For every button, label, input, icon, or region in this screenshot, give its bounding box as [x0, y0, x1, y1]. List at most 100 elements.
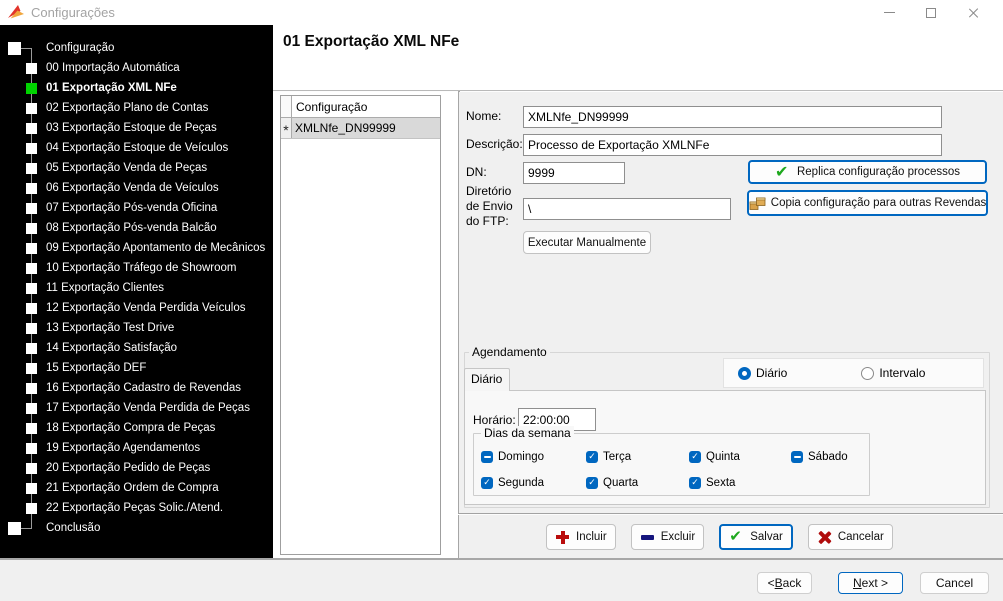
sidebar-step-item[interactable]: 12 Exportação Venda Perdida Veículos [0, 298, 273, 318]
row-value[interactable]: XMLNfe_DN99999 [292, 118, 440, 138]
configuration-list-panel: Configuração * XMLNfe_DN99999 [273, 92, 458, 558]
sidebar-step-item[interactable]: 14 Exportação Satisfação [0, 338, 273, 358]
sidebar-step-label: 14 Exportação Satisfação [46, 342, 177, 354]
dn-input[interactable] [523, 162, 625, 184]
sidebar-step-label: 21 Exportação Ordem de Compra [46, 482, 219, 494]
sidebar-step-item[interactable]: 17 Exportação Venda Perdida de Peças [0, 398, 273, 418]
sidebar-step-label: 22 Exportação Peças Solic./Atend. [46, 502, 223, 514]
sidebar-step-item[interactable]: 18 Exportação Compra de Peças [0, 418, 273, 438]
sidebar-step-label: 11 Exportação Clientes [46, 282, 164, 294]
maximize-button[interactable] [916, 0, 946, 25]
sidebar-step-item[interactable]: 07 Exportação Pós-venda Oficina [0, 198, 273, 218]
checkbox-icon [689, 477, 701, 489]
step-square-icon [26, 223, 37, 234]
action-label: Incluir [576, 531, 607, 543]
grid-header-row[interactable]: Configuração [281, 96, 440, 118]
action-icon [817, 530, 832, 545]
sidebar-step-item[interactable]: 19 Exportação Agendamentos [0, 438, 273, 458]
action-icon [555, 530, 570, 545]
sidebar-step-item[interactable]: 15 Exportação DEF [0, 358, 273, 378]
step-square-icon [26, 323, 37, 334]
sidebar-step-item[interactable]: 16 Exportação Cadastro de Revendas [0, 378, 273, 398]
step-square-icon [26, 303, 37, 314]
radio-icon [738, 367, 751, 380]
sidebar-step-item[interactable]: 20 Exportação Pedido de Peças [0, 458, 273, 478]
back-button[interactable]: < Back [757, 572, 812, 594]
sidebar-step-item[interactable]: 22 Exportação Peças Solic./Atend. [0, 498, 273, 518]
sidebar-step-item[interactable]: 13 Exportação Test Drive [0, 318, 273, 338]
step-square-icon [26, 443, 37, 454]
sidebar-step-item[interactable]: 05 Exportação Venda de Peças [0, 158, 273, 178]
replica-config-button[interactable]: Replica configuração processos [748, 160, 987, 184]
sidebar-step-label: 09 Exportação Apontamento de Mecânicos [46, 242, 265, 254]
record-action-button[interactable]: Salvar [719, 524, 793, 550]
sidebar-step-item[interactable]: 11 Exportação Clientes [0, 278, 273, 298]
sidebar-step-label: 01 Exportação XML NFe [46, 82, 177, 94]
weekday-checkbox[interactable]: Segunda [481, 476, 586, 489]
diretorio-ftp-input[interactable] [523, 198, 731, 220]
sidebar-step-item[interactable]: 21 Exportação Ordem de Compra [0, 478, 273, 498]
weekday-checkbox[interactable]: Quarta [586, 476, 689, 489]
schedule-mode-radio[interactable]: Intervalo [861, 366, 925, 380]
sidebar-step-label: 12 Exportação Venda Perdida Veículos [46, 302, 245, 314]
titlebar: Configurações [0, 0, 1003, 25]
step-square-icon [26, 423, 37, 434]
action-label: Excluir [661, 531, 696, 543]
weekday-checkbox[interactable]: Domingo [481, 450, 586, 463]
sidebar-step-item[interactable]: 10 Exportação Tráfego de Showroom [0, 258, 273, 278]
checkbox-icon [586, 451, 598, 463]
tab-diario[interactable]: Diário [464, 368, 510, 391]
minimize-icon [884, 12, 895, 14]
sidebar-step-item[interactable]: 01 Exportação XML NFe [0, 78, 273, 98]
schedule-mode-radio[interactable]: Diário [738, 366, 787, 380]
step-square-icon [26, 363, 37, 374]
weekday-checkbox[interactable]: Terça [586, 450, 689, 463]
next-button[interactable]: Next > [838, 572, 903, 594]
sidebar-step-item[interactable]: 09 Exportação Apontamento de Mecânicos [0, 238, 273, 258]
weekday-label: Sexta [706, 477, 735, 489]
weekday-label: Domingo [498, 451, 544, 463]
checkbox-icon [481, 451, 493, 463]
step-square-icon [26, 503, 37, 514]
grid-column-header[interactable]: Configuração [292, 96, 367, 117]
sidebar-step-item[interactable]: Configuração [0, 38, 273, 58]
sidebar-step-item[interactable]: 02 Exportação Plano de Contas [0, 98, 273, 118]
copia-config-button[interactable]: Copia configuração para outras Revendas [747, 190, 988, 216]
nome-input[interactable] [523, 106, 942, 128]
step-square-icon [8, 522, 21, 535]
cancel-button[interactable]: Cancel [920, 572, 989, 594]
schedule-mode-radios: Diário Intervalo [723, 358, 984, 388]
checkbox-icon [481, 477, 493, 489]
weekday-checkbox[interactable]: Quinta [689, 450, 791, 463]
sidebar-step-item[interactable]: 08 Exportação Pós-venda Balcão [0, 218, 273, 238]
sidebar-step-label: 15 Exportação DEF [46, 362, 146, 374]
executar-manualmente-button[interactable]: Executar Manualmente [523, 231, 651, 254]
sidebar-step-label: 06 Exportação Venda de Veículos [46, 182, 219, 194]
wizard-footer: < Back Next > Cancel [0, 560, 1003, 601]
dn-label: DN: [466, 165, 487, 179]
record-action-button[interactable]: Incluir [546, 524, 616, 550]
step-square-icon [26, 183, 37, 194]
sidebar-step-label: Conclusão [46, 522, 100, 534]
weekday-checkbox[interactable]: Sábado [791, 450, 863, 463]
descricao-input[interactable] [523, 134, 942, 156]
sidebar-step-item[interactable]: Conclusão [0, 518, 273, 538]
sidebar-step-item[interactable]: 00 Importação Automática [0, 58, 273, 78]
horario-label: Horário: [473, 413, 516, 427]
record-action-button[interactable]: Excluir [631, 524, 705, 550]
grid-row[interactable]: * XMLNfe_DN99999 [281, 118, 440, 139]
close-button[interactable] [958, 0, 988, 25]
sidebar-step-item[interactable]: 03 Exportação Estoque de Peças [0, 118, 273, 138]
step-square-icon [26, 263, 37, 274]
sidebar-step-item[interactable]: 06 Exportação Venda de Veículos [0, 178, 273, 198]
sidebar-step-item[interactable]: 04 Exportação Estoque de Veículos [0, 138, 273, 158]
detail-panel: Nome: Descrição: DN: Replica configuraçã… [459, 92, 1003, 513]
weekday-label: Terça [603, 451, 631, 463]
minimize-button[interactable] [874, 0, 904, 25]
weekday-checkbox[interactable]: Sexta [689, 476, 791, 489]
step-square-icon [26, 343, 37, 354]
grid-marker-column-header [281, 96, 292, 117]
step-square-icon [26, 83, 37, 94]
configuration-grid: Configuração * XMLNfe_DN99999 [280, 95, 441, 555]
record-action-button[interactable]: Cancelar [808, 524, 893, 550]
